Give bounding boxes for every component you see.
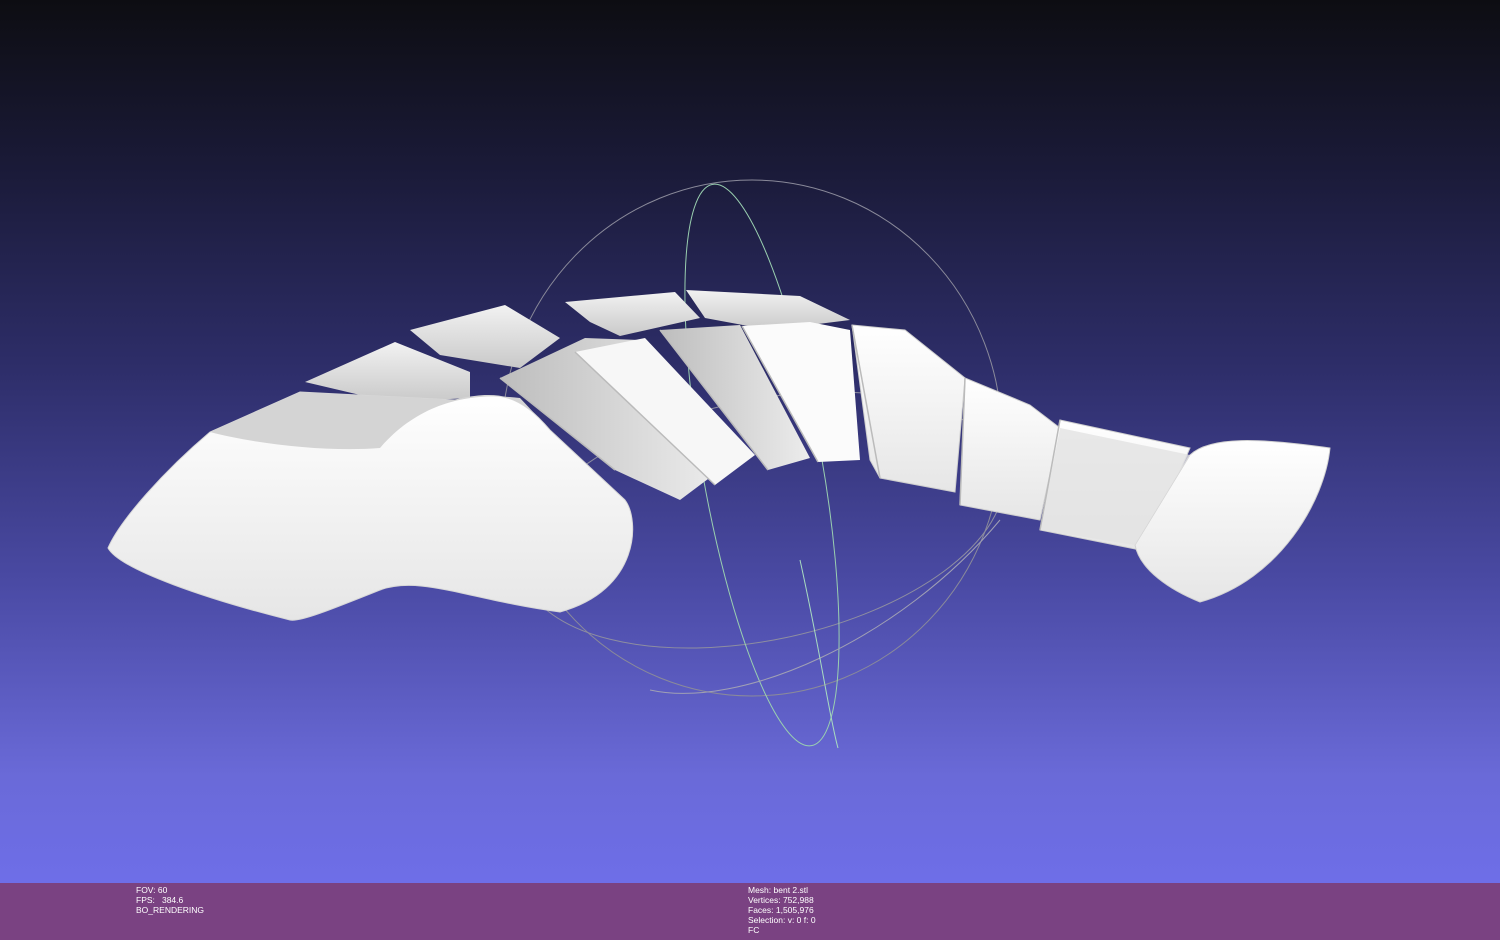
info-bar: FOV: 60 FPS: 384.6 BO_RENDERING Mesh: be…: [0, 883, 1500, 940]
fc-text: FC: [748, 925, 760, 935]
mesh-segment: [851, 324, 966, 493]
fps-text: FPS: 384.6: [136, 895, 184, 905]
info-left-column: FOV: 60 FPS: 384.6 BO_RENDERING: [136, 885, 204, 915]
render-mode-text: BO_RENDERING: [136, 905, 205, 915]
scene-canvas[interactable]: [0, 0, 1500, 883]
bent-segmented-mesh[interactable]: [107, 290, 1331, 621]
vertices-text: Vertices: 752,988: [748, 895, 814, 905]
faces-text: Faces: 1,505,976: [748, 905, 814, 915]
info-right-column: Mesh: bent 2.stl Vertices: 752,988 Faces…: [748, 885, 816, 935]
mesh-segment: [686, 290, 850, 330]
mesh-name-text: Mesh: bent 2.stl: [748, 885, 809, 895]
selection-text: Selection: v: 0 f: 0: [748, 915, 816, 925]
trackball-front-arcs: [649, 519, 1001, 749]
fov-text: FOV: 60: [136, 885, 168, 895]
3d-viewport[interactable]: [0, 0, 1500, 883]
